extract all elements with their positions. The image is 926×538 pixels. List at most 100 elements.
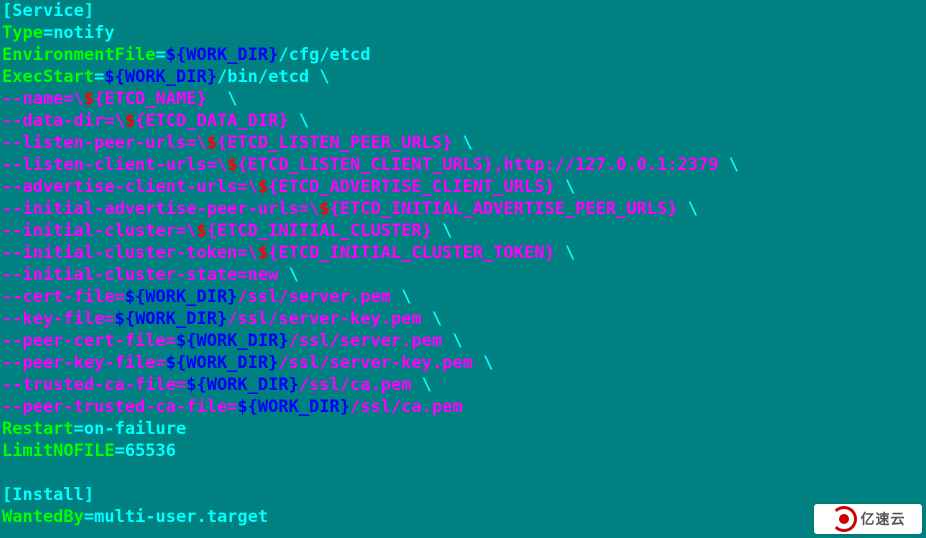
code-segment: $	[125, 111, 135, 131]
code-segment: ${WORK_DIR}	[176, 331, 289, 351]
code-segment: /ssl/server-key.pem	[278, 353, 472, 373]
code-segment: {ETCD_DATA_DIR}	[135, 111, 289, 131]
code-segment: --listen-client-urls=\	[2, 155, 227, 175]
code-segment: \	[678, 199, 698, 219]
code-line: --cert-file=${WORK_DIR}/ssl/server.pem \	[2, 286, 924, 308]
code-line: [Install]	[2, 484, 924, 506]
code-line: --name=\${ETCD_NAME} \	[2, 88, 924, 110]
code-segment: \	[452, 133, 472, 153]
code-segment: Type	[2, 23, 43, 43]
code-line: --peer-cert-file=${WORK_DIR}/ssl/server.…	[2, 330, 924, 352]
watermark-text: 亿速云	[861, 508, 906, 530]
code-segment: =	[94, 67, 104, 87]
code-line: EnvironmentFile=${WORK_DIR}/cfg/etcd	[2, 44, 924, 66]
code-segment: {ETCD_ADVERTISE_CLIENT_URLS}	[268, 177, 555, 197]
watermark: 亿速云	[814, 504, 922, 534]
code-segment: ${WORK_DIR}	[186, 375, 299, 395]
code-line: --listen-client-urls=\${ETCD_LISTEN_CLIE…	[2, 154, 924, 176]
code-segment: {ETCD_LISTEN_CLIENT_URLS},http://127.0.0…	[237, 155, 718, 175]
code-segment: /cfg/etcd	[278, 45, 370, 65]
code-line: --peer-trusted-ca-file=${WORK_DIR}/ssl/c…	[2, 396, 924, 418]
code-segment: \	[217, 89, 237, 109]
code-segment: --peer-cert-file=	[2, 331, 176, 351]
code-segment: =65536	[115, 441, 176, 461]
code-segment: /ssl/server-key.pem	[227, 309, 421, 329]
code-segment: --listen-peer-urls=\	[2, 133, 207, 153]
code-segment: ${WORK_DIR}	[115, 309, 228, 329]
code-segment: \	[432, 221, 452, 241]
code-segment: \	[718, 155, 738, 175]
code-segment: \	[278, 265, 298, 285]
code-segment: ${WORK_DIR}	[166, 45, 279, 65]
code-segment: \	[391, 287, 411, 307]
code-line: --trusted-ca-file=${WORK_DIR}/ssl/ca.pem…	[2, 374, 924, 396]
code-segment: --initial-cluster-state=new	[2, 265, 278, 285]
code-segment: WantedBy	[2, 507, 84, 527]
terminal-output: [Service]Type=notifyEnvironmentFile=${WO…	[0, 0, 926, 528]
code-segment: --peer-trusted-ca-file=	[2, 397, 237, 417]
code-segment: ${WORK_DIR}	[166, 353, 279, 373]
code-segment: [Install]	[2, 485, 94, 505]
code-segment: \	[422, 309, 442, 329]
code-line: --initial-cluster-token=\${ETCD_INITIAL_…	[2, 242, 924, 264]
code-segment: \	[555, 177, 575, 197]
code-segment: {ETCD_LISTEN_PEER_URLS}	[217, 133, 452, 153]
code-segment: --peer-key-file=	[2, 353, 166, 373]
code-line: WantedBy=multi-user.target	[2, 506, 924, 528]
code-segment: \	[289, 111, 309, 131]
code-segment: /bin/etcd \	[217, 67, 330, 87]
code-segment: \	[555, 243, 575, 263]
code-segment: [Service]	[2, 1, 94, 21]
code-segment: /ssl/server.pem	[237, 287, 391, 307]
code-segment: $	[227, 155, 237, 175]
code-segment: {ETCD_INITIAL_CLUSTER}	[207, 221, 432, 241]
code-line: Type=notify	[2, 22, 924, 44]
code-line: --listen-peer-urls=\${ETCD_LISTEN_PEER_U…	[2, 132, 924, 154]
code-line	[2, 462, 924, 484]
watermark-logo-icon	[831, 506, 857, 532]
code-segment: --key-file=	[2, 309, 115, 329]
code-segment: $	[258, 243, 268, 263]
code-segment: {ETCD_NAME}	[94, 89, 217, 109]
code-line: --initial-cluster=\${ETCD_INITIAL_CLUSTE…	[2, 220, 924, 242]
code-segment: \	[442, 331, 462, 351]
code-segment: --name=\	[2, 89, 84, 109]
code-segment: $	[196, 221, 206, 241]
code-segment: /ssl/ca.pem	[299, 375, 412, 395]
code-segment: {ETCD_INITIAL_CLUSTER_TOKEN}	[268, 243, 555, 263]
code-segment: ExecStart	[2, 67, 94, 87]
code-segment: --initial-cluster-token=\	[2, 243, 258, 263]
code-line: Restart=on-failure	[2, 418, 924, 440]
code-segment: /ssl/server.pem	[289, 331, 443, 351]
code-segment: --trusted-ca-file=	[2, 375, 186, 395]
code-segment: --initial-advertise-peer-urls=\	[2, 199, 319, 219]
code-line: [Service]	[2, 0, 924, 22]
code-segment: --data-dir=\	[2, 111, 125, 131]
code-line: --peer-key-file=${WORK_DIR}/ssl/server-k…	[2, 352, 924, 374]
code-line: --advertise-client-urls=\${ETCD_ADVERTIS…	[2, 176, 924, 198]
code-segment: ${WORK_DIR}	[237, 397, 350, 417]
code-segment: {ETCD_INITIAL_ADVERTISE_PEER_URLS}	[330, 199, 678, 219]
code-segment: =	[156, 45, 166, 65]
code-line: --key-file=${WORK_DIR}/ssl/server-key.pe…	[2, 308, 924, 330]
code-segment: LimitNOFILE	[2, 441, 115, 461]
code-line: --data-dir=\${ETCD_DATA_DIR} \	[2, 110, 924, 132]
code-segment: $	[319, 199, 329, 219]
code-segment: Restart	[2, 419, 74, 439]
code-segment: =notify	[43, 23, 115, 43]
code-segment: $	[258, 177, 268, 197]
code-line: --initial-advertise-peer-urls=\${ETCD_IN…	[2, 198, 924, 220]
code-segment: $	[84, 89, 94, 109]
code-segment: EnvironmentFile	[2, 45, 156, 65]
code-segment: ${WORK_DIR}	[125, 287, 238, 307]
code-line: LimitNOFILE=65536	[2, 440, 924, 462]
code-segment: \	[473, 353, 493, 373]
code-line: ExecStart=${WORK_DIR}/bin/etcd \	[2, 66, 924, 88]
code-segment: =multi-user.target	[84, 507, 268, 527]
code-segment: --advertise-client-urls=\	[2, 177, 258, 197]
code-segment: /ssl/ca.pem	[350, 397, 463, 417]
code-segment: --initial-cluster=\	[2, 221, 196, 241]
code-segment: =on-failure	[74, 419, 187, 439]
code-segment: ${WORK_DIR}	[104, 67, 217, 87]
code-segment: $	[207, 133, 217, 153]
